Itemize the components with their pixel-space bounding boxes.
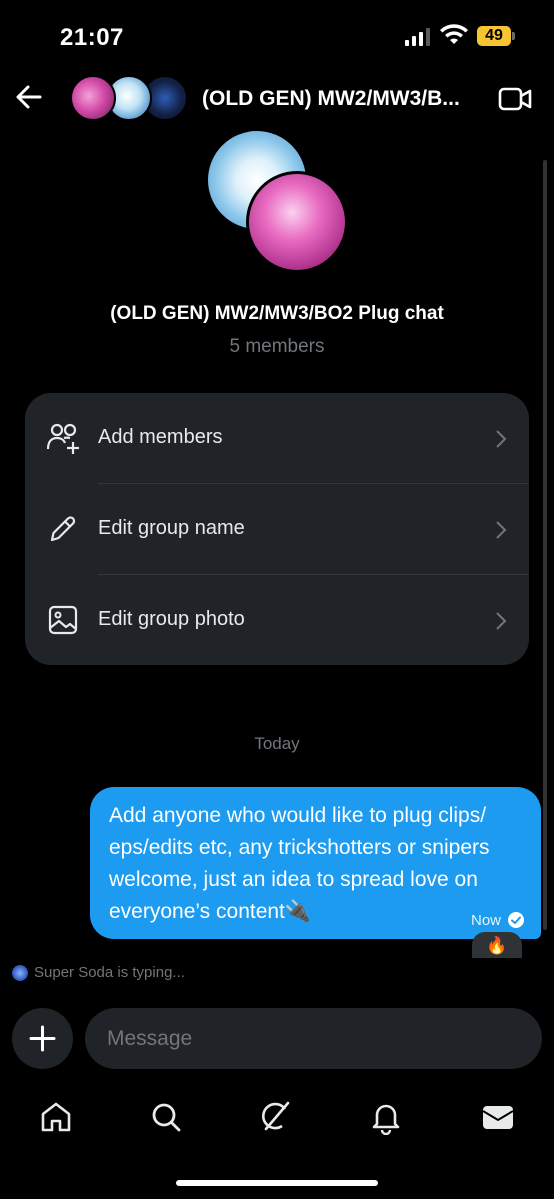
status-time: 21:07	[60, 24, 124, 51]
reaction-badge[interactable]: 🔥	[472, 932, 522, 958]
chevron-right-icon	[496, 612, 507, 630]
image-icon	[48, 605, 78, 635]
home-indicator[interactable]	[176, 1180, 378, 1186]
notifications-icon[interactable]	[368, 1099, 404, 1135]
bottom-navigation	[0, 1085, 554, 1155]
message-text: Add anyone who would like to plug clips/…	[109, 804, 490, 923]
edit-group-photo-row[interactable]: Edit group photo	[25, 575, 529, 665]
edit-group-photo-label: Edit group photo	[98, 608, 245, 630]
attach-button[interactable]	[12, 1008, 73, 1069]
group-photo-primary	[246, 171, 348, 273]
video-call-icon[interactable]	[498, 86, 532, 112]
date-separator: Today	[254, 734, 300, 753]
cellular-signal-icon	[405, 28, 431, 46]
chevron-right-icon	[496, 521, 507, 539]
pencil-icon	[50, 516, 76, 542]
back-arrow-icon[interactable]	[14, 80, 44, 114]
home-icon[interactable]	[38, 1099, 74, 1135]
message-time: Now	[470, 911, 501, 929]
message-meta: Now	[471, 911, 525, 929]
group-name: (OLD GEN) MW2/MW3/BO2 Plug chat	[110, 303, 444, 324]
battery-level: 49	[477, 26, 511, 46]
conversation-header: (OLD GEN) MW2/MW3/B...	[0, 70, 554, 128]
search-icon[interactable]	[148, 1099, 184, 1135]
message-composer[interactable]	[85, 1008, 542, 1069]
group-avatars[interactable]	[70, 75, 190, 123]
plus-icon	[29, 1025, 56, 1052]
scrollbar[interactable]	[543, 160, 547, 930]
edit-group-name-label: Edit group name	[98, 517, 245, 539]
member-count[interactable]: 5 members	[0, 336, 554, 358]
add-members-label: Add members	[98, 426, 223, 448]
typing-indicator: Super Soda is typing...	[12, 964, 185, 981]
grok-icon[interactable]	[258, 1099, 294, 1135]
conversation-title[interactable]: (OLD GEN) MW2/MW3/B...	[202, 87, 487, 111]
add-members-row[interactable]: Add members	[25, 393, 529, 483]
group-photo[interactable]	[206, 131, 351, 276]
wifi-icon	[440, 24, 468, 44]
message-input[interactable]	[107, 1008, 527, 1069]
status-bar: 21:07 49	[0, 0, 554, 70]
chevron-right-icon	[496, 430, 507, 448]
group-settings-card: Add members Edit group name Edit group p…	[25, 393, 529, 665]
avatar	[70, 75, 116, 121]
typing-text: Super Soda is typing...	[34, 964, 185, 981]
add-members-icon	[46, 423, 79, 454]
read-check-icon	[508, 912, 524, 928]
battery-icon: 49	[477, 26, 515, 46]
edit-group-name-row[interactable]: Edit group name	[25, 484, 529, 574]
avatar	[12, 964, 28, 981]
messages-icon[interactable]	[480, 1099, 516, 1135]
message-bubble[interactable]: Add anyone who would like to plug clips/…	[90, 787, 541, 939]
